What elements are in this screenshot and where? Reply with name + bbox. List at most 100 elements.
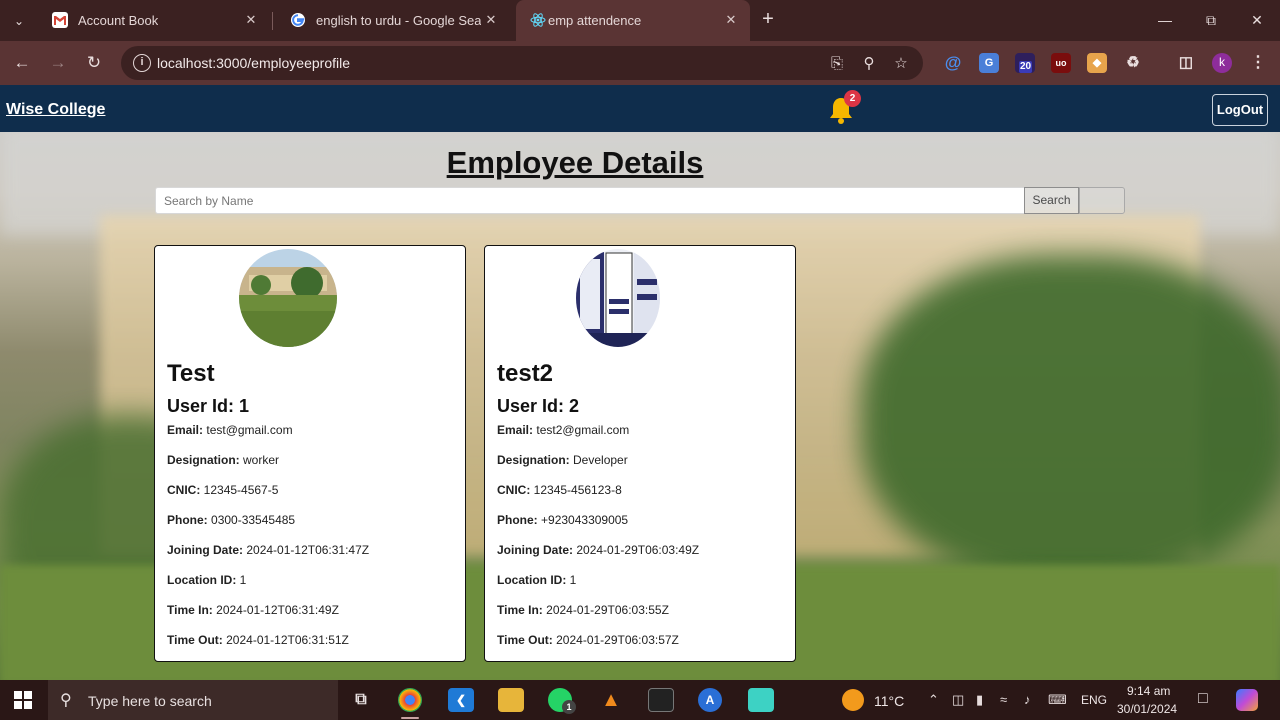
- employee-card: test2 User Id: 2 Email: test2@gmail.com …: [484, 245, 796, 662]
- window-close-icon[interactable]: ✕: [1234, 8, 1280, 32]
- whatsapp-app-icon[interactable]: 1: [548, 688, 576, 714]
- employee-user-id: User Id: 1: [167, 396, 249, 417]
- phone-value: 0300-33545485: [211, 513, 296, 527]
- taskbar-search-box[interactable]: ⚲ Type here to search: [48, 680, 338, 720]
- location-id-label: Location ID:: [167, 573, 237, 587]
- profile-avatar[interactable]: k: [1212, 53, 1232, 73]
- google-icon: [290, 12, 306, 28]
- terminal-app-icon[interactable]: [648, 688, 674, 712]
- page-title: Employee Details: [446, 145, 704, 180]
- cnic-value: 12345-4567-5: [203, 483, 279, 497]
- forward-arrow-icon[interactable]: →: [46, 51, 70, 75]
- user-id-value: 2: [569, 396, 580, 416]
- cnic-label: CNIC:: [497, 483, 531, 497]
- side-panel-icon[interactable]: ◫: [1176, 53, 1196, 73]
- vscode-app-icon[interactable]: ❮: [448, 688, 474, 712]
- install-app-icon[interactable]: ⎘: [827, 54, 847, 74]
- tray-chevron-up-icon[interactable]: ⌃: [928, 692, 939, 708]
- zoom-icon[interactable]: ⚲: [859, 54, 879, 74]
- keyboard-icon[interactable]: ⌨: [1048, 692, 1067, 708]
- brand-link[interactable]: Wise College: [6, 101, 105, 119]
- time-out-value: 2024-01-12T06:31:51Z: [226, 633, 349, 647]
- volume-icon[interactable]: ♪: [1024, 692, 1031, 707]
- email-field: Email: test2@gmail.com: [497, 423, 629, 437]
- joining-date-value: 2024-01-12T06:31:47Z: [246, 543, 370, 557]
- logout-button[interactable]: LogOut: [1212, 94, 1268, 126]
- windows-start-icon[interactable]: [14, 691, 32, 709]
- email-label: Email:: [497, 423, 534, 437]
- reload-icon[interactable]: ↻: [82, 51, 106, 75]
- cnic-field: CNIC: 12345-456123-8: [497, 483, 622, 497]
- wifi-icon[interactable]: ≈: [1000, 692, 1007, 707]
- tab-divider: [272, 12, 273, 30]
- back-arrow-icon[interactable]: ←: [10, 51, 34, 75]
- email-value: test2@gmail.com: [536, 423, 630, 437]
- close-icon[interactable]: ✕: [722, 11, 740, 29]
- ublock-icon[interactable]: uo: [1051, 53, 1071, 73]
- browser-tab-strip: ⌄ Account Book ✕ english to urdu - Googl…: [0, 0, 1280, 41]
- battery-icon[interactable]: ▮: [976, 692, 983, 708]
- tab-search-chevron-icon[interactable]: ⌄: [6, 8, 32, 34]
- cnic-value: 12345-456123-8: [533, 483, 622, 497]
- input-language[interactable]: ENG: [1081, 693, 1107, 707]
- extensions-puzzle-icon[interactable]: ♻: [1123, 53, 1143, 73]
- task-view-icon[interactable]: ⧉: [348, 688, 374, 712]
- employee-name: test2: [497, 360, 554, 387]
- time-in-label: Time In:: [497, 603, 543, 617]
- at-extension-icon[interactable]: @: [943, 53, 963, 73]
- taskbar-search-text: Type here to search: [88, 693, 212, 709]
- designation-label: Designation:: [167, 453, 240, 467]
- site-info-icon[interactable]: i: [133, 54, 151, 72]
- designation-field: Designation: worker: [167, 453, 279, 467]
- new-tab-plus-icon[interactable]: +: [756, 8, 780, 32]
- chrome-app-icon[interactable]: [398, 688, 422, 712]
- joining-date-field: Joining Date: 2024-01-29T06:03:49Z: [497, 543, 699, 557]
- more-menu-icon[interactable]: ⋮: [1248, 53, 1268, 73]
- search-button[interactable]: Search: [1024, 187, 1079, 214]
- clock-time[interactable]: 9:14 am: [1127, 684, 1170, 698]
- app-icon[interactable]: [748, 688, 774, 712]
- email-field: Email: test@gmail.com: [167, 423, 293, 437]
- extension-badge-icon[interactable]: 20: [1015, 53, 1035, 73]
- user-id-value: 1: [239, 396, 250, 416]
- employee-user-id: User Id: 2: [497, 396, 579, 417]
- secondary-button[interactable]: [1079, 187, 1125, 214]
- phone-label: Phone:: [497, 513, 538, 527]
- phone-label: Phone:: [167, 513, 208, 527]
- active-app-indicator: [401, 717, 419, 719]
- location-id-value: 1: [239, 573, 247, 587]
- close-icon[interactable]: ✕: [242, 11, 260, 29]
- designation-value: Developer: [573, 453, 628, 467]
- site-navbar: Wise College 2 LogOut: [0, 85, 1280, 132]
- notifications-icon[interactable]: □: [1198, 690, 1208, 708]
- tab-google-search[interactable]: english to urdu - Google Search ✕: [276, 0, 510, 41]
- file-explorer-icon[interactable]: [498, 688, 524, 712]
- restore-icon[interactable]: ⧉: [1188, 8, 1234, 32]
- vlc-app-icon[interactable]: ▲: [598, 688, 624, 712]
- weather-icon[interactable]: [842, 689, 864, 711]
- tab-emp-attendence[interactable]: emp attendence ✕: [516, 0, 750, 41]
- cnic-field: CNIC: 12345-4567-5: [167, 483, 278, 497]
- email-value: test@gmail.com: [206, 423, 293, 437]
- copilot-icon[interactable]: [1236, 689, 1258, 711]
- weather-temperature[interactable]: 11°C: [874, 693, 904, 709]
- bookmark-star-icon[interactable]: ☆: [891, 54, 911, 74]
- search-input[interactable]: [155, 187, 1025, 214]
- cnic-label: CNIC:: [167, 483, 201, 497]
- phone-value: +923043309005: [541, 513, 629, 527]
- translate-extension-icon[interactable]: G: [979, 53, 999, 73]
- time-out-field: Time Out: 2024-01-29T06:03:57Z: [497, 633, 679, 647]
- clock-date[interactable]: 30/01/2024: [1117, 702, 1177, 716]
- extension-orange-icon[interactable]: ◆: [1087, 53, 1107, 73]
- minimize-icon[interactable]: —: [1142, 8, 1188, 32]
- tab-account-book[interactable]: Account Book ✕: [38, 0, 270, 41]
- tray-app-icon[interactable]: ◫: [952, 692, 964, 708]
- time-out-label: Time Out:: [167, 633, 223, 647]
- employee-photo: [576, 249, 660, 347]
- close-icon[interactable]: ✕: [482, 11, 500, 29]
- background-photo-tree: [860, 255, 1280, 585]
- react-icon: [530, 12, 546, 28]
- address-bar[interactable]: i localhost:3000/employeeprofile ⎘ ⚲ ☆: [121, 46, 923, 80]
- android-studio-icon[interactable]: A: [698, 688, 722, 712]
- url-text[interactable]: localhost:3000/employeeprofile: [157, 55, 350, 71]
